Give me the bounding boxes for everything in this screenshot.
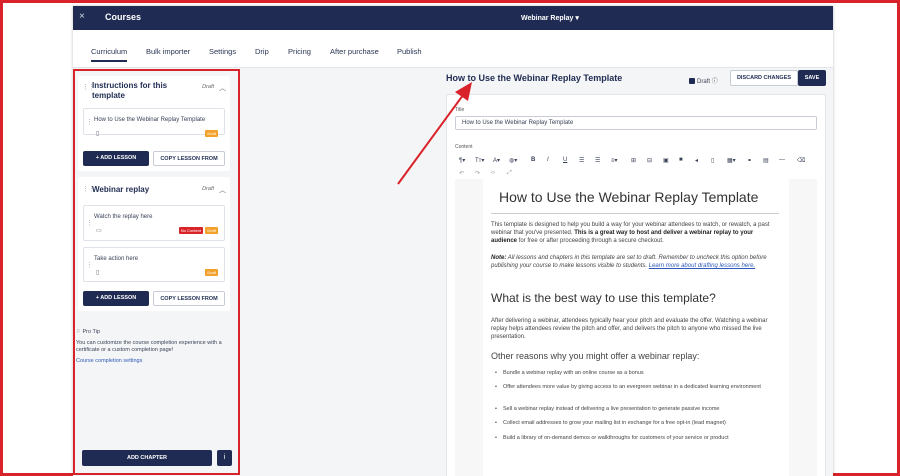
- annotation-arrow: [397, 82, 472, 185]
